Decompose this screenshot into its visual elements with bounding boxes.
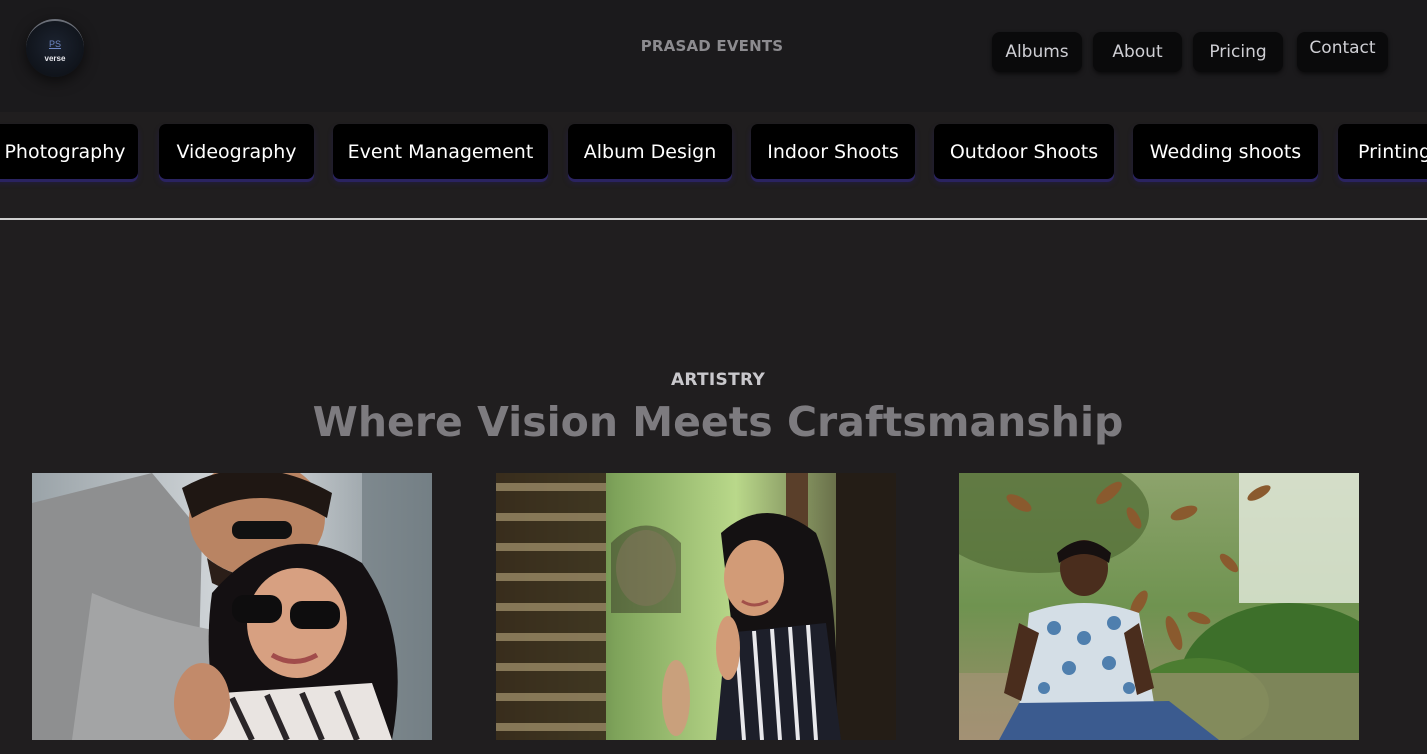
service-event-management-button[interactable]: Event Management: [333, 124, 548, 179]
logo-wordmark: verse: [44, 54, 66, 63]
page: PS verse PRASAD EVENTS Albums About Pric…: [0, 0, 1427, 754]
brand-name: PRASAD EVENTS: [640, 37, 784, 55]
section-divider: [0, 218, 1427, 220]
service-album-design-button[interactable]: Album Design: [568, 124, 732, 179]
gallery-photo-window-portrait[interactable]: [496, 473, 896, 740]
nav-about-button[interactable]: About: [1093, 32, 1182, 72]
site-header: PS verse PRASAD EVENTS Albums About Pric…: [0, 0, 1427, 112]
nav-pricing-button[interactable]: Pricing: [1193, 32, 1283, 72]
section-headline: Where Vision Meets Craftsmanship: [312, 398, 1124, 446]
service-printing-button[interactable]: Printing: [1338, 124, 1427, 179]
gallery-photo-outdoor-portrait[interactable]: [959, 473, 1359, 740]
section-eyebrow: ARTISTRY: [670, 370, 766, 390]
service-photography-button[interactable]: Photography: [0, 124, 138, 179]
service-outdoor-shoots-button[interactable]: Outdoor Shoots: [934, 124, 1114, 179]
gallery-photo-couple[interactable]: [32, 473, 432, 740]
service-videography-button[interactable]: Videography: [159, 124, 314, 179]
site-logo[interactable]: PS verse: [26, 19, 84, 77]
service-indoor-shoots-button[interactable]: Indoor Shoots: [751, 124, 915, 179]
nav-contact-button[interactable]: Contact: [1297, 32, 1388, 72]
logo-mark: PS: [48, 39, 61, 49]
service-wedding-shoots-button[interactable]: Wedding shoots: [1133, 124, 1318, 179]
nav-albums-button[interactable]: Albums: [992, 32, 1082, 72]
